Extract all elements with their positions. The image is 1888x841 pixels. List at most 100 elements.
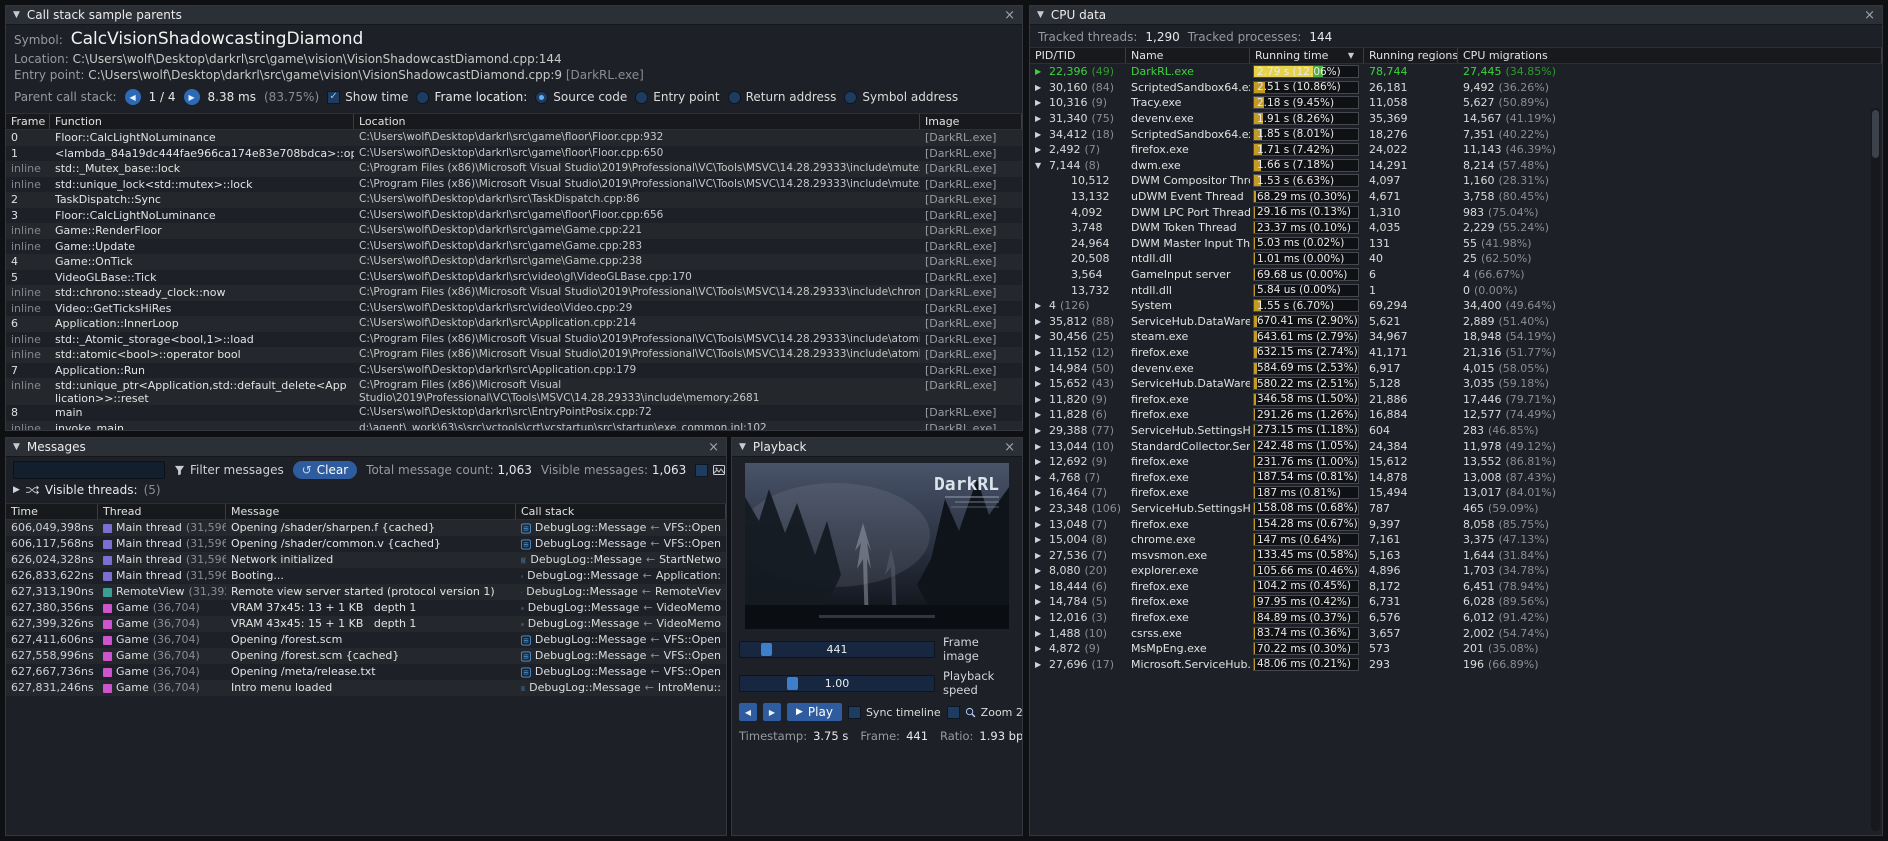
callstack-frame-row[interactable]: 5 VideoGLBase::Tick C:\Users\wolf\Deskto… [6,270,1022,286]
callstack-frame-row[interactable]: 1 <lambda_84a19dc444fae966ca174e83e708bd… [6,146,1022,162]
source-location[interactable]: C:\Users\wolf\Desktop\darkrl\src\game\Ga… [354,239,920,255]
expand-icon[interactable]: ▶ [1035,644,1045,653]
message-row[interactable]: 626,833,622ns Main thread (31,596) Booti… [6,568,726,584]
cpu-titlebar[interactable]: ▼ CPU data × [1030,6,1882,25]
cpu-row[interactable]: ▶ 8,080 (20) explorer.exe 105.66 ms (0.4… [1030,563,1882,579]
expand-icon[interactable]: ▶ [1035,348,1045,357]
callstack-list-icon[interactable] [521,571,523,582]
message-callstack[interactable]: DebugLog::Message ← VFS::Open [516,648,726,664]
callstack-frame-row[interactable]: inline std::unique_lock<std::mutex>::loc… [6,177,1022,193]
cpu-row[interactable]: ▶ 12,016 (3) firefox.exe 84.89 ms (0.37%… [1030,610,1882,626]
cpu-row[interactable]: ▶ 18,444 (6) firefox.exe 104.2 ms (0.45%… [1030,579,1882,595]
source-location[interactable]: C:\Users\wolf\Desktop\darkrl\src\game\Ga… [354,223,920,239]
play-button[interactable]: ▶ Play [787,703,842,721]
source-location[interactable]: C:\Users\wolf\Desktop\darkrl\src\video\V… [354,301,920,317]
expand-icon[interactable]: ▶ [1035,613,1045,622]
radio-return-address[interactable]: Return address [728,90,837,104]
source-location[interactable]: C:\Program Files (x86)\Microsoft Visual … [354,347,920,363]
radio-entry-point[interactable]: Entry point [635,90,719,104]
expand-icon[interactable]: ▶ [1035,660,1045,669]
cpu-row[interactable]: ▶ 11,828 (6) firefox.exe 291.26 ms (1.26… [1030,407,1882,423]
source-location[interactable]: C:\Program Files (x86)\Microsoft Visual … [354,332,920,348]
next-parent-button[interactable]: ▶ [184,89,200,105]
message-callstack[interactable]: DebugLog::Message ← VideoMemo [516,616,726,632]
function-name[interactable]: std::unique_lock<std::mutex>::lock [50,177,354,193]
expand-icon[interactable]: ▶ [1035,114,1045,123]
callstack-list-icon[interactable] [521,683,525,694]
callstack-list-icon[interactable] [521,651,531,662]
message-row[interactable]: 606,117,568ns Main thread (31,596) Openi… [6,536,726,552]
cpu-row[interactable]: ▶ 13,044 (10) StandardCollector.Servic 2… [1030,438,1882,454]
collapse-icon[interactable]: ▼ [13,10,20,20]
message-callstack[interactable]: DebugLog::Message ← VFS::Open [516,664,726,680]
callstack-frame-row[interactable]: 4 Game::OnTick C:\Users\wolf\Desktop\dar… [6,254,1022,270]
source-location[interactable]: C:\Users\wolf\Desktop\darkrl\src\TaskDis… [354,192,920,208]
expand-icon[interactable]: ▶ [1035,410,1045,419]
function-name[interactable]: Game::RenderFloor [50,223,354,239]
clear-button[interactable]: ↺ Clear [293,461,357,479]
collapse-icon[interactable]: ▼ [1037,10,1044,20]
callstack-frame-row[interactable]: inline Game::Update C:\Users\wolf\Deskto… [6,239,1022,255]
source-location[interactable]: C:\Program Files (x86)\Microsoft Visual … [354,161,920,177]
close-icon[interactable]: × [1864,9,1875,22]
source-location[interactable]: C:\Program Files (x86)\Microsoft Visual … [354,285,920,301]
expand-icon[interactable]: ▼ [1035,161,1045,170]
expand-icon[interactable]: ▶ [1035,629,1045,638]
expand-icon[interactable]: ▶ [1035,582,1045,591]
callstack-frame-row[interactable]: 8 main C:\Users\wolf\Desktop\darkrl\src\… [6,405,1022,421]
cpu-row[interactable]: ▶ 22,396 (49) DarkRL.exe 2.79 s (12.06%)… [1030,64,1882,80]
cpu-row[interactable]: ▶ 11,820 (9) firefox.exe 346.58 ms (1.50… [1030,391,1882,407]
callstack-frame-row[interactable]: inline std::_Atomic_storage<bool,1>::loa… [6,332,1022,348]
cpu-row[interactable]: ▶ 23,348 (106) ServiceHub.SettingsHost 1… [1030,501,1882,517]
expand-icon[interactable]: ▶ [1035,98,1045,107]
cpu-row[interactable]: ▼ 7,144 (8) dwm.exe 1.66 s (7.18%) 14,29… [1030,158,1882,174]
source-location[interactable]: C:\Users\wolf\Desktop\darkrl\src\game\Ga… [354,254,920,270]
expand-icon[interactable]: ▶ [1035,130,1045,139]
close-icon[interactable]: × [1004,441,1015,454]
message-row[interactable]: 627,667,736ns Game (36,704) Opening /met… [6,664,726,680]
callstack-frame-row[interactable]: inline std::unique_ptr<Application,std::… [6,378,1022,405]
cpu-row[interactable]: ▶ 14,984 (50) devenv.exe 584.69 ms (2.53… [1030,360,1882,376]
message-row[interactable]: 627,558,996ns Game (36,704) Opening /for… [6,648,726,664]
cpu-row[interactable]: ▶ 16,464 (7) firefox.exe 187 ms (0.81%) … [1030,485,1882,501]
frame-image-slider[interactable]: 441 [739,641,935,658]
callstack-frame-row[interactable]: 6 Application::InnerLoop C:\Users\wolf\D… [6,316,1022,332]
message-callstack[interactable]: DebugLog::Message ← VFS::Open [516,536,726,552]
message-row[interactable]: 606,049,398ns Main thread (31,596) Openi… [6,520,726,536]
cpu-row[interactable]: ▶ 4 (126) System 1.55 s (6.70%) 69,294 [1030,298,1882,314]
expand-icon[interactable]: ▶ [1035,535,1045,544]
show-frame-checkbox[interactable]: Show frame [695,463,726,477]
source-location[interactable]: C:\Users\wolf\Desktop\darkrl\src\Applica… [354,363,920,379]
cpu-row[interactable]: ▶ 12,692 (9) firefox.exe 231.76 ms (1.00… [1030,454,1882,470]
source-location[interactable]: C:\Users\wolf\Desktop\darkrl\src\game\fl… [354,130,920,146]
function-name[interactable]: Game::OnTick [50,254,354,270]
function-name[interactable]: invoke_main [50,421,354,431]
source-location[interactable]: C:\Users\wolf\Desktop\darkrl\src\EntryPo… [354,405,920,421]
expand-icon[interactable]: ▶ [1035,364,1045,373]
playback-speed-slider[interactable]: 1.00 [739,675,935,692]
expand-icon[interactable]: ▶ [1035,379,1045,388]
message-filter-input[interactable] [13,461,165,479]
callstack-frame-row[interactable]: 3 Floor::CalcLightNoLuminance C:\Users\w… [6,208,1022,224]
expand-icon[interactable]: ▶ [1035,566,1045,575]
cpu-row[interactable]: ▶ 30,456 (25) steam.exe 643.61 ms (2.79%… [1030,329,1882,345]
col-running-regions[interactable]: Running regions [1364,48,1458,63]
cpu-row[interactable]: ▶ 13,048 (7) firefox.exe 154.28 ms (0.67… [1030,516,1882,532]
prev-frame-button[interactable]: ◀ [739,703,757,721]
callstack-titlebar[interactable]: ▼ Call stack sample parents × [6,6,1022,25]
source-location[interactable]: C:\Users\wolf\Desktop\darkrl\src\game\fl… [354,208,920,224]
callstack-list-icon[interactable] [521,555,526,566]
message-row[interactable]: 627,831,246ns Game (36,704) Intro menu l… [6,680,726,696]
cpu-row[interactable]: ▶ 35,812 (88) ServiceHub.DataWareho 670.… [1030,314,1882,330]
function-name[interactable]: VideoGLBase::Tick [50,270,354,286]
callstack-frame-row[interactable]: inline Game::RenderFloor C:\Users\wolf\D… [6,223,1022,239]
function-name[interactable]: Floor::CalcLightNoLuminance [50,208,354,224]
visible-threads-expander[interactable]: ▶ [13,485,20,495]
expand-icon[interactable]: ▶ [1035,332,1045,341]
cpu-row[interactable]: ▶ 2,492 (7) firefox.exe 1.71 s (7.42%) 2… [1030,142,1882,158]
cpu-row[interactable]: ▶ 34,412 (18) ScriptedSandbox64.exe 1.85… [1030,126,1882,142]
message-callstack[interactable]: DebugLog::Message ← Application: [516,568,726,584]
source-location[interactable]: d:\agent\_work\63\s\src\vctools\crt\vcst… [354,421,920,431]
callstack-frame-row[interactable]: 2 TaskDispatch::Sync C:\Users\wolf\Deskt… [6,192,1022,208]
message-row[interactable]: 627,313,190ns RemoteView (31,392) Remote… [6,584,726,600]
